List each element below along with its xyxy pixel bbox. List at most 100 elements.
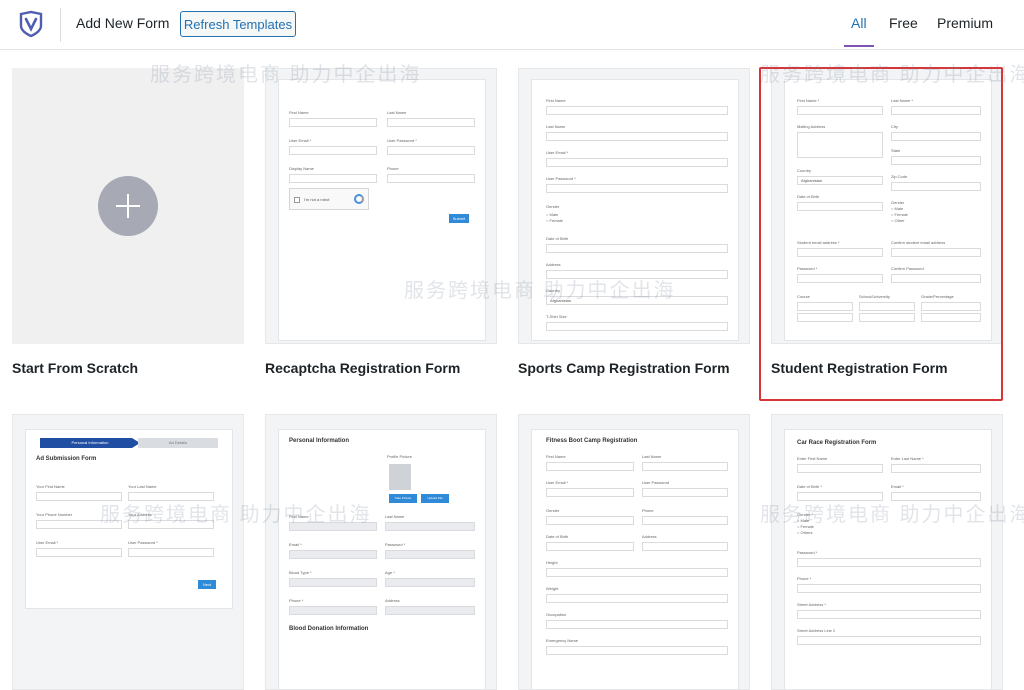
avatar-placeholder-icon [389, 464, 411, 490]
page-title: Add New Form [76, 15, 170, 31]
preview-field: T-Shirt Size [546, 314, 728, 331]
preview-field: Last Name [642, 454, 728, 471]
template-thumbnail[interactable]: First Name Last Name User Email * User P… [518, 68, 750, 344]
preview-field: City [891, 124, 981, 141]
preview-heading: Personal Information [289, 438, 350, 444]
preview-next-button: Next [198, 580, 216, 589]
preview-field: Confirm student email address [891, 240, 981, 257]
preview-field: Email * [891, 484, 981, 501]
recaptcha-label: I'm not a robot [304, 197, 330, 202]
preview-field: User Email * [546, 150, 728, 167]
recaptcha-box: I'm not a robot [289, 188, 369, 210]
refresh-templates-button[interactable]: Refresh Templates [180, 11, 296, 37]
preview-field: Display Name [289, 166, 377, 183]
preview-field: Date of Birth [546, 236, 728, 253]
preview-field: Your Phone Number [36, 512, 122, 529]
filter-all-tab[interactable]: All [851, 15, 867, 31]
filter-premium-tab[interactable]: Premium [937, 15, 993, 31]
recaptcha-logo-icon [354, 194, 364, 204]
form-preview: Fitness Boot Camp Registration First Nam… [531, 429, 739, 689]
preview-field: State [891, 148, 981, 165]
preview-field: Date of Birth [797, 194, 883, 211]
preview-field: Date of Birth [546, 534, 634, 551]
template-label[interactable]: Student Registration Form [771, 360, 948, 376]
preview-field: Your Address [128, 512, 214, 529]
preview-heading: Fitness Boot Camp Registration [546, 438, 638, 444]
template-thumbnail[interactable]: First Name Last Name User Email * User P… [265, 68, 497, 344]
upload-file-button: Upload File [421, 494, 449, 503]
template-thumbnail[interactable]: Personal Information Profile Picture Tak… [265, 414, 497, 690]
preview-field: Blood Type * [289, 570, 377, 587]
preview-heading: Blood Donation Information [289, 626, 369, 632]
checkbox-icon [294, 197, 300, 203]
preview-field: Occupation [546, 612, 728, 629]
preview-field: Age * [385, 570, 475, 587]
template-thumbnail[interactable]: First Name * Last Name * Mailing Address… [771, 68, 1003, 344]
preview-field: User Password [642, 480, 728, 497]
form-preview: Personal Information Ad Details Ad Submi… [25, 429, 233, 609]
preview-field: Your First Name [36, 484, 122, 501]
preview-field: Mailing Address [797, 124, 883, 158]
preview-field: Last Name * [891, 98, 981, 115]
template-label[interactable]: Sports Camp Registration Form [518, 360, 730, 376]
preview-field: Zip Code [891, 174, 981, 191]
form-preview: Personal Information Profile Picture Tak… [278, 429, 486, 689]
preview-field: Last Name [387, 110, 475, 127]
preview-field: First Name * [797, 98, 883, 115]
template-thumbnail[interactable]: Personal Information Ad Details Ad Submi… [12, 414, 244, 690]
preview-field: Height [546, 560, 728, 577]
preview-field: User Email * [289, 138, 377, 155]
form-preview: First Name Last Name User Email * User P… [278, 79, 486, 341]
step-indicator-active: Personal Information [40, 438, 140, 448]
template-label[interactable]: Recaptcha Registration Form [265, 360, 460, 376]
preview-field: Last Name [546, 124, 728, 141]
profile-label: Profile Picture [387, 454, 412, 459]
preview-field: First Name [546, 454, 634, 471]
preview-heading: Car Race Registration Form [797, 440, 877, 446]
preview-field: Country Afghanistan [546, 288, 728, 305]
form-preview: First Name Last Name User Email * User P… [531, 79, 739, 341]
preview-field: Confirm Password [891, 266, 981, 283]
top-bar: Add New Form Refresh Templates All Free … [0, 0, 1024, 50]
preview-field: School/University [859, 294, 915, 322]
filter-free-tab[interactable]: Free [889, 15, 918, 31]
preview-field: User Email * [546, 480, 634, 497]
preview-field: Your Last Name [128, 484, 214, 501]
preview-field: Phone [642, 508, 728, 525]
preview-field: Password * [797, 550, 981, 567]
preview-field: First Name [289, 110, 377, 127]
preview-field: Street Address Line 2 [797, 628, 981, 645]
preview-field: User Password * [128, 540, 214, 557]
preview-field: User Email * [36, 540, 122, 557]
template-label[interactable]: Start From Scratch [12, 360, 138, 376]
preview-field: Enter Last Name * [891, 456, 981, 473]
preview-field: Email * [289, 542, 377, 559]
preview-field: Phone [387, 166, 475, 183]
preview-field: Address [642, 534, 728, 551]
template-thumbnail[interactable]: Fitness Boot Camp Registration First Nam… [518, 414, 750, 690]
preview-field: Password * [385, 542, 475, 559]
active-filter-indicator [844, 45, 874, 47]
template-thumbnail[interactable] [12, 68, 244, 344]
preview-field: Country Afghanistan [797, 168, 883, 185]
preview-field: First Name [289, 514, 377, 531]
preview-field: Weight [546, 586, 728, 603]
preview-field: Gender ○ Male ○ Female ○ Other [891, 200, 908, 223]
plus-icon[interactable] [98, 176, 158, 236]
preview-field: Gender [546, 508, 634, 525]
preview-field: Phone * [797, 576, 981, 593]
preview-field: Course [797, 294, 853, 322]
preview-field: User Password * [546, 176, 728, 193]
step-indicator: Ad Details [138, 438, 218, 448]
preview-field: Street Address * [797, 602, 981, 619]
preview-field: First Name [546, 98, 728, 115]
preview-heading: Ad Submission Form [36, 456, 97, 462]
preview-field: Grade/Percentage [921, 294, 981, 322]
preview-submit-button: Submit [449, 214, 469, 223]
preview-field: Student email address * [797, 240, 883, 257]
preview-field: Phone * [289, 598, 377, 615]
preview-field: Address [385, 598, 475, 615]
preview-field: Gender ○ Male ○ Female [546, 204, 563, 223]
template-thumbnail[interactable]: Car Race Registration Form Enter First N… [771, 414, 1003, 690]
preview-field: Date of Birth * [797, 484, 883, 501]
